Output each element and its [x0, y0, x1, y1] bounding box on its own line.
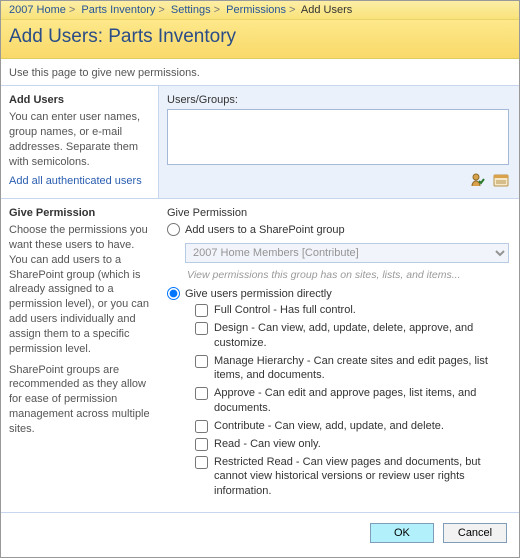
permission-checkbox[interactable] — [195, 420, 208, 433]
permission-checkbox[interactable] — [195, 438, 208, 451]
ok-button[interactable]: OK — [370, 523, 434, 543]
view-permissions-text: View permissions this group has on sites… — [187, 269, 509, 281]
radio-add-to-group-label: Add users to a SharePoint group — [185, 224, 345, 236]
permission-item: Design - Can view, add, update, delete, … — [195, 321, 509, 351]
crumb-home[interactable]: 2007 Home — [9, 4, 66, 16]
permission-label: Full Control - Has full control. — [214, 303, 509, 318]
permission-checkbox[interactable] — [195, 355, 208, 368]
group-select[interactable]: 2007 Home Members [Contribute] — [185, 243, 509, 263]
users-groups-label: Users/Groups: — [167, 94, 509, 106]
radio-permission-directly-label: Give users permission directly — [185, 288, 332, 300]
breadcrumb: 2007 Home> Parts Inventory> Settings> Pe… — [1, 1, 519, 20]
crumb-current: Add Users — [301, 4, 352, 16]
crumb-settings[interactable]: Settings — [171, 4, 211, 16]
browse-icon[interactable] — [493, 172, 509, 188]
permission-checkbox[interactable] — [195, 456, 208, 469]
permission-checkbox[interactable] — [195, 304, 208, 317]
permission-label: Design - Can view, add, update, delete, … — [214, 321, 509, 351]
check-names-icon[interactable] — [470, 172, 486, 188]
permission-label: Approve - Can edit and approve pages, li… — [214, 386, 509, 416]
titlebar: Add Users: Parts Inventory — [1, 20, 519, 59]
permission-item: Restricted Read - Can view pages and doc… — [195, 455, 509, 500]
add-users-desc: You can enter user names, group names, o… — [9, 110, 150, 169]
permission-checkbox[interactable] — [195, 387, 208, 400]
give-permission-note: SharePoint groups are recommended as the… — [9, 363, 151, 437]
give-permission-subhead: Give Permission — [167, 207, 509, 219]
permission-label: Read - Can view only. — [214, 437, 509, 452]
permission-item: Approve - Can edit and approve pages, li… — [195, 386, 509, 416]
page-instruction: Use this page to give new permissions. — [1, 59, 519, 86]
crumb-parts[interactable]: Parts Inventory — [81, 4, 155, 16]
radio-add-to-group[interactable] — [167, 223, 180, 236]
radio-permission-directly[interactable] — [167, 287, 180, 300]
permission-item: Manage Hierarchy - Can create sites and … — [195, 354, 509, 384]
permission-label: Contribute - Can view, add, update, and … — [214, 419, 509, 434]
add-users-heading: Add Users — [9, 94, 150, 106]
cancel-button[interactable]: Cancel — [443, 523, 507, 543]
users-groups-input[interactable] — [167, 109, 509, 165]
permission-item: Contribute - Can view, add, update, and … — [195, 419, 509, 434]
add-all-auth-link[interactable]: Add all authenticated users — [9, 175, 142, 187]
permission-label: Manage Hierarchy - Can create sites and … — [214, 354, 509, 384]
permission-item: Read - Can view only. — [195, 437, 509, 452]
permission-checkbox[interactable] — [195, 322, 208, 335]
crumb-permissions[interactable]: Permissions — [226, 4, 286, 16]
give-permission-desc: Choose the permissions you want these us… — [9, 223, 151, 357]
page-title: Add Users: Parts Inventory — [9, 26, 511, 48]
give-permission-heading: Give Permission — [9, 207, 151, 219]
permission-item: Full Control - Has full control. — [195, 303, 509, 318]
permission-label: Restricted Read - Can view pages and doc… — [214, 455, 509, 500]
